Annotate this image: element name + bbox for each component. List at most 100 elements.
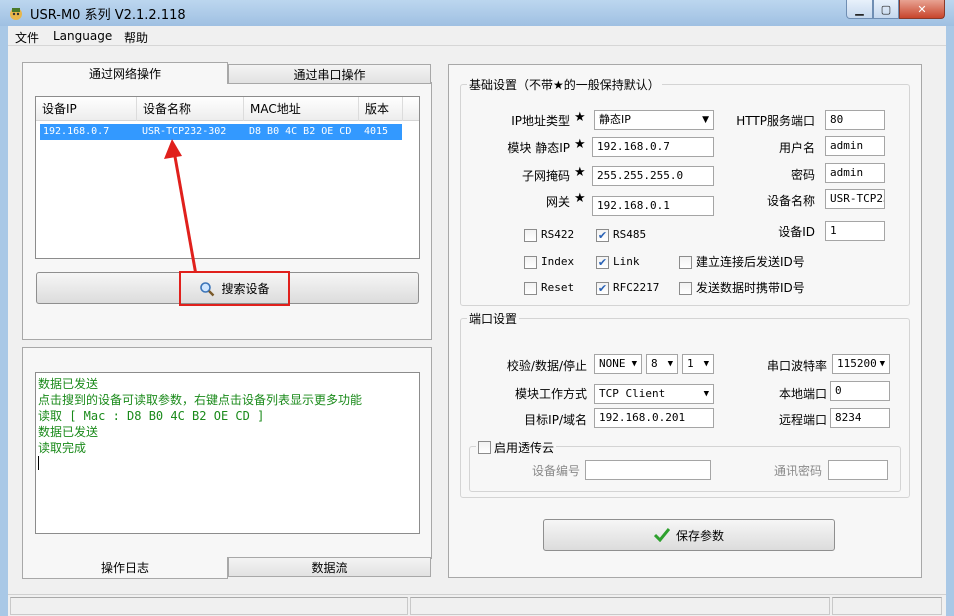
gateway-input[interactable]: 192.168.0.1 — [592, 196, 714, 216]
check-icon: ✔ — [597, 282, 608, 295]
annotation-arrow — [164, 139, 198, 276]
minimize-button[interactable]: ▁ — [846, 0, 873, 19]
reset-checkbox[interactable] — [524, 282, 537, 295]
static-ip-input[interactable]: 192.168.0.7 — [592, 137, 714, 157]
log-line: 读取完成 — [38, 441, 87, 455]
comm-pwd-label: 通讯密码 — [773, 464, 822, 478]
tab-data-stream[interactable]: 数据流 — [228, 557, 431, 577]
device-list-header: 设备IP 设备名称 MAC地址 版本 — [36, 97, 419, 121]
password-label: 密码 — [790, 168, 815, 182]
cloud-checkbox[interactable] — [478, 441, 491, 454]
mode-label: 模块工作方式 — [514, 387, 587, 401]
maximize-button[interactable]: ▢ — [873, 0, 899, 19]
link-label: Link — [613, 255, 640, 268]
rs485-checkbox[interactable]: ✔ — [596, 229, 609, 242]
http-port-input[interactable]: 80 — [825, 110, 885, 130]
save-params-button[interactable]: 保存参数 — [543, 519, 835, 551]
subnet-input[interactable]: 255.255.255.0 — [592, 166, 714, 186]
menu-language[interactable]: Language — [53, 29, 112, 43]
log-line: 读取 [ Mac : D8 B0 4C B2 OE CD ] — [38, 409, 265, 423]
col-mac[interactable]: MAC地址 — [244, 97, 359, 121]
rs422-checkbox[interactable] — [524, 229, 537, 242]
baud-select[interactable]: 115200 ▼ — [832, 354, 890, 374]
target-label: 目标IP/域名 — [524, 413, 587, 427]
save-button-label: 保存参数 — [675, 528, 724, 543]
local-port-input[interactable]: 0 — [830, 381, 890, 401]
col-name[interactable]: 设备名称 — [137, 97, 244, 121]
row-ip: 192.168.0.7 — [43, 126, 110, 137]
device-name-label: 设备名称 — [766, 194, 815, 208]
ip-type-select[interactable]: 静态IP ▼ — [594, 110, 714, 130]
mode-value: TCP Client — [599, 387, 666, 400]
data-bits-select[interactable]: 8 ▼ — [646, 354, 678, 374]
status-segment — [832, 597, 942, 615]
required-star: ★ — [574, 137, 586, 152]
subnet-label: 子网掩码 — [521, 169, 570, 183]
maximize-icon: ▢ — [880, 2, 892, 16]
menu-file[interactable]: 文件 — [15, 29, 39, 46]
gateway-label: 网关 — [545, 195, 570, 209]
tab-serial[interactable]: 通过串口操作 — [228, 64, 431, 84]
index-checkbox[interactable] — [524, 256, 537, 269]
rs485-label: RS485 — [613, 228, 647, 241]
required-star: ★ — [574, 165, 586, 180]
checkmark-icon — [653, 528, 670, 542]
link-checkbox[interactable]: ✔ — [596, 256, 609, 269]
basic-settings-title: 基础设置（不带★的一般保持默认） — [467, 76, 662, 93]
device-list[interactable]: 设备IP 设备名称 MAC地址 版本 192.168.0.7 USR-TCP23… — [35, 96, 420, 259]
stop-bits-value: 1 — [687, 357, 694, 370]
remote-port-label: 远程端口 — [778, 413, 827, 427]
ip-type-value: 静态IP — [599, 113, 631, 126]
search-highlight-box[interactable]: 搜索设备 — [179, 271, 290, 306]
send-id-on-connect-checkbox[interactable] — [679, 256, 692, 269]
rfc2217-checkbox[interactable]: ✔ — [596, 282, 609, 295]
row-version: 4015 — [364, 126, 389, 137]
menu-help[interactable]: 帮助 — [124, 29, 148, 46]
target-input[interactable]: 192.168.0.201 — [594, 408, 714, 428]
rs422-label: RS422 — [541, 228, 575, 241]
device-no-input[interactable] — [585, 460, 711, 480]
window-title: USR-M0 系列 V2.1.2.118 — [30, 8, 186, 23]
parity-select[interactable]: NONE ▼ — [594, 354, 642, 374]
send-data-with-id-label: 发送数据时携带ID号 — [696, 281, 805, 295]
http-port-label: HTTP服务端口 — [736, 114, 815, 128]
log-line: 数据已发送 — [38, 425, 99, 439]
static-ip-label: 模块 静态IP — [507, 141, 570, 155]
tab-log[interactable]: 操作日志 — [22, 557, 228, 579]
remote-port-input[interactable]: 8234 — [830, 408, 890, 428]
cloud-toggle[interactable]: 启用透传云 — [476, 439, 557, 456]
table-row[interactable]: 192.168.0.7 USR-TCP232-302 D8 B0 4C B2 O… — [40, 124, 402, 140]
send-data-with-id-checkbox[interactable] — [679, 282, 692, 295]
parity-value: NONE — [599, 357, 626, 370]
chevron-down-icon: ▼ — [667, 359, 673, 369]
mode-select[interactable]: TCP Client ▼ — [594, 384, 714, 404]
index-label: Index — [541, 255, 575, 268]
col-version[interactable]: 版本 — [359, 97, 403, 121]
ip-type-label: IP地址类型 — [511, 114, 570, 128]
log-output[interactable]: 数据已发送 点击搜到的设备可读取参数，右键点击设备列表显示更多功能 读取 [ M… — [35, 372, 420, 534]
local-port-label: 本地端口 — [778, 387, 827, 401]
device-no-label: 设备编号 — [531, 464, 580, 478]
username-label: 用户名 — [778, 141, 815, 155]
col-ip[interactable]: 设备IP — [36, 97, 137, 121]
app-icon — [8, 5, 24, 21]
required-star: ★ — [574, 110, 586, 125]
device-name-input[interactable]: USR-TCP23 — [825, 189, 885, 209]
parity-label: 校验/数据/停止 — [506, 359, 587, 373]
text-cursor — [38, 456, 39, 470]
row-mac: D8 B0 4C B2 OE CD — [249, 126, 352, 137]
password-input[interactable]: admin — [825, 163, 885, 183]
username-input[interactable]: admin — [825, 136, 885, 156]
check-icon: ✔ — [597, 256, 608, 269]
close-button[interactable]: ✕ — [899, 0, 945, 19]
status-bar — [8, 594, 946, 616]
check-icon: ✔ — [597, 229, 608, 242]
stop-bits-select[interactable]: 1 ▼ — [682, 354, 714, 374]
chevron-down-icon: ▼ — [703, 389, 709, 399]
tab-network[interactable]: 通过网络操作 — [22, 62, 228, 84]
data-bits-value: 8 — [651, 357, 658, 370]
log-line: 点击搜到的设备可读取参数，右键点击设备列表显示更多功能 — [38, 393, 363, 407]
device-id-input[interactable]: 1 — [825, 221, 885, 241]
comm-pwd-input[interactable] — [828, 460, 888, 480]
device-id-label: 设备ID — [778, 225, 815, 239]
